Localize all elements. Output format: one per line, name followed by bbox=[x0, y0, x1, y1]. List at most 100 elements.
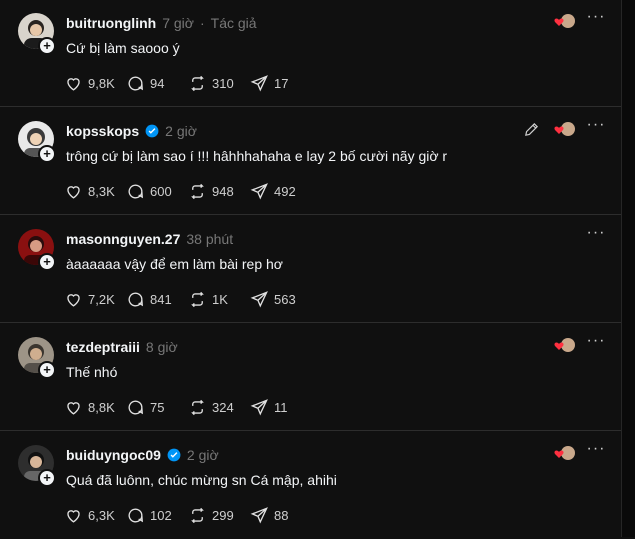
share-button[interactable]: 17 bbox=[250, 74, 312, 93]
follow-plus-icon[interactable]: + bbox=[38, 145, 56, 163]
post-time[interactable]: 8 giờ bbox=[146, 339, 178, 355]
liked-by-author-icon[interactable] bbox=[554, 336, 576, 356]
post-time[interactable]: 2 giờ bbox=[187, 447, 219, 463]
send-icon bbox=[250, 399, 268, 416]
liked-by-author-icon[interactable] bbox=[554, 12, 576, 32]
repost-icon bbox=[191, 183, 204, 200]
post-time[interactable]: 7 giờ bbox=[162, 15, 194, 31]
post-content: àaaaaaa vậy để em làm bài rep hơ bbox=[66, 256, 283, 272]
comment-button[interactable]: 94 bbox=[126, 74, 188, 93]
post-time[interactable]: 2 giờ bbox=[165, 123, 197, 139]
heart-icon bbox=[67, 510, 80, 523]
share-button[interactable]: 492 bbox=[250, 182, 312, 201]
more-options-icon[interactable]: ··· bbox=[586, 9, 606, 30]
comment-button[interactable]: 600 bbox=[126, 182, 188, 201]
heart-icon bbox=[67, 186, 80, 199]
share-count: 17 bbox=[274, 76, 289, 91]
like-button[interactable]: 8,8K bbox=[64, 398, 126, 417]
comment-icon bbox=[128, 400, 143, 415]
like-button[interactable]: 8,3K bbox=[64, 182, 126, 201]
username[interactable]: buiduyngoc09 bbox=[66, 447, 161, 463]
follow-plus-icon[interactable]: + bbox=[38, 361, 56, 379]
comment-count: 102 bbox=[150, 508, 172, 523]
send-icon bbox=[250, 183, 268, 200]
repost-button[interactable]: 299 bbox=[188, 506, 250, 525]
comment-count: 94 bbox=[150, 76, 165, 91]
post-item: + tezdeptraiii 8 giờ Thế nhó ··· 8,8K 75… bbox=[0, 324, 622, 431]
heart-icon bbox=[67, 402, 80, 415]
repost-count: 310 bbox=[212, 76, 234, 91]
post-content: Thế nhó bbox=[66, 364, 118, 380]
verified-badge-icon bbox=[167, 448, 181, 462]
username[interactable]: tezdeptraiii bbox=[66, 339, 140, 355]
repost-button[interactable]: 310 bbox=[188, 74, 250, 93]
like-button[interactable]: 7,2K bbox=[64, 290, 126, 309]
share-count: 11 bbox=[274, 400, 288, 415]
repost-count: 1K bbox=[212, 292, 228, 307]
liked-by-author-icon[interactable] bbox=[554, 120, 576, 140]
liked-by-author-icon[interactable] bbox=[554, 444, 576, 464]
more-options-icon[interactable]: ··· bbox=[586, 333, 606, 354]
follow-plus-icon[interactable]: + bbox=[38, 469, 56, 487]
author-tag: Tác giả bbox=[210, 15, 257, 31]
comment-count: 75 bbox=[150, 400, 165, 415]
edit-icon[interactable] bbox=[523, 121, 540, 138]
share-count: 88 bbox=[274, 508, 289, 523]
repost-icon bbox=[191, 291, 204, 308]
follow-plus-icon[interactable]: + bbox=[38, 253, 56, 271]
send-icon bbox=[250, 507, 268, 524]
more-options-icon[interactable]: ··· bbox=[586, 225, 606, 246]
heart-icon bbox=[67, 78, 80, 91]
like-count: 8,8K bbox=[88, 400, 115, 415]
post-content: trông cứ bị làm sao í !!! hâhhhahaha e l… bbox=[66, 148, 448, 164]
comment-count: 600 bbox=[150, 184, 172, 199]
comment-icon bbox=[128, 292, 143, 307]
username[interactable]: kopsskops bbox=[66, 123, 139, 139]
post-item: + buiduyngoc09 2 giờ Quá đã luônn, chúc … bbox=[0, 432, 622, 539]
scrollbar-gutter[interactable] bbox=[621, 0, 635, 537]
post-content: Quá đã luônn, chúc mừng sn Cá mập, ahihi bbox=[66, 472, 337, 488]
post-time[interactable]: 38 phút bbox=[186, 231, 233, 247]
comment-button[interactable]: 102 bbox=[126, 506, 188, 525]
repost-icon bbox=[191, 75, 204, 92]
username[interactable]: masonnguyen.27 bbox=[66, 231, 180, 247]
share-button[interactable]: 11 bbox=[250, 398, 312, 417]
more-options-icon[interactable]: ··· bbox=[586, 117, 606, 138]
comment-icon bbox=[128, 76, 143, 91]
like-count: 9,8K bbox=[88, 76, 115, 91]
like-count: 8,3K bbox=[88, 184, 115, 199]
heart-icon bbox=[67, 294, 80, 307]
repost-icon bbox=[191, 399, 204, 416]
share-count: 492 bbox=[274, 184, 296, 199]
separator: · bbox=[199, 15, 205, 31]
post-item: + buitruonglinh 7 giờ · Tác giả Cứ bị là… bbox=[0, 0, 622, 107]
reply-feed: + buitruonglinh 7 giờ · Tác giả Cứ bị là… bbox=[0, 0, 635, 537]
like-count: 6,3K bbox=[88, 508, 115, 523]
post-content: Cứ bị làm saooo ý bbox=[66, 40, 180, 56]
share-button[interactable]: 88 bbox=[250, 506, 312, 525]
share-button[interactable]: 563 bbox=[250, 290, 312, 309]
send-icon bbox=[250, 291, 268, 308]
verified-badge-icon bbox=[145, 124, 159, 138]
like-button[interactable]: 6,3K bbox=[64, 506, 126, 525]
comment-icon bbox=[128, 508, 143, 523]
comment-button[interactable]: 75 bbox=[126, 398, 188, 417]
repost-button[interactable]: 948 bbox=[188, 182, 250, 201]
share-count: 563 bbox=[274, 292, 296, 307]
repost-count: 324 bbox=[212, 400, 234, 415]
repost-button[interactable]: 324 bbox=[188, 398, 250, 417]
post-item: + masonnguyen.27 38 phút àaaaaaa vậy để … bbox=[0, 216, 622, 323]
username[interactable]: buitruonglinh bbox=[66, 15, 156, 31]
send-icon bbox=[250, 75, 268, 92]
comment-icon bbox=[128, 184, 143, 199]
repost-button[interactable]: 1K bbox=[188, 290, 250, 309]
repost-count: 948 bbox=[212, 184, 234, 199]
more-options-icon[interactable]: ··· bbox=[586, 441, 606, 462]
follow-plus-icon[interactable]: + bbox=[38, 37, 56, 55]
like-button[interactable]: 9,8K bbox=[64, 74, 126, 93]
post-item: + kopsskops 2 giờ trông cứ bị làm sao í … bbox=[0, 108, 622, 215]
repost-icon bbox=[191, 507, 204, 524]
like-count: 7,2K bbox=[88, 292, 115, 307]
comment-button[interactable]: 841 bbox=[126, 290, 188, 309]
comment-count: 841 bbox=[150, 292, 172, 307]
